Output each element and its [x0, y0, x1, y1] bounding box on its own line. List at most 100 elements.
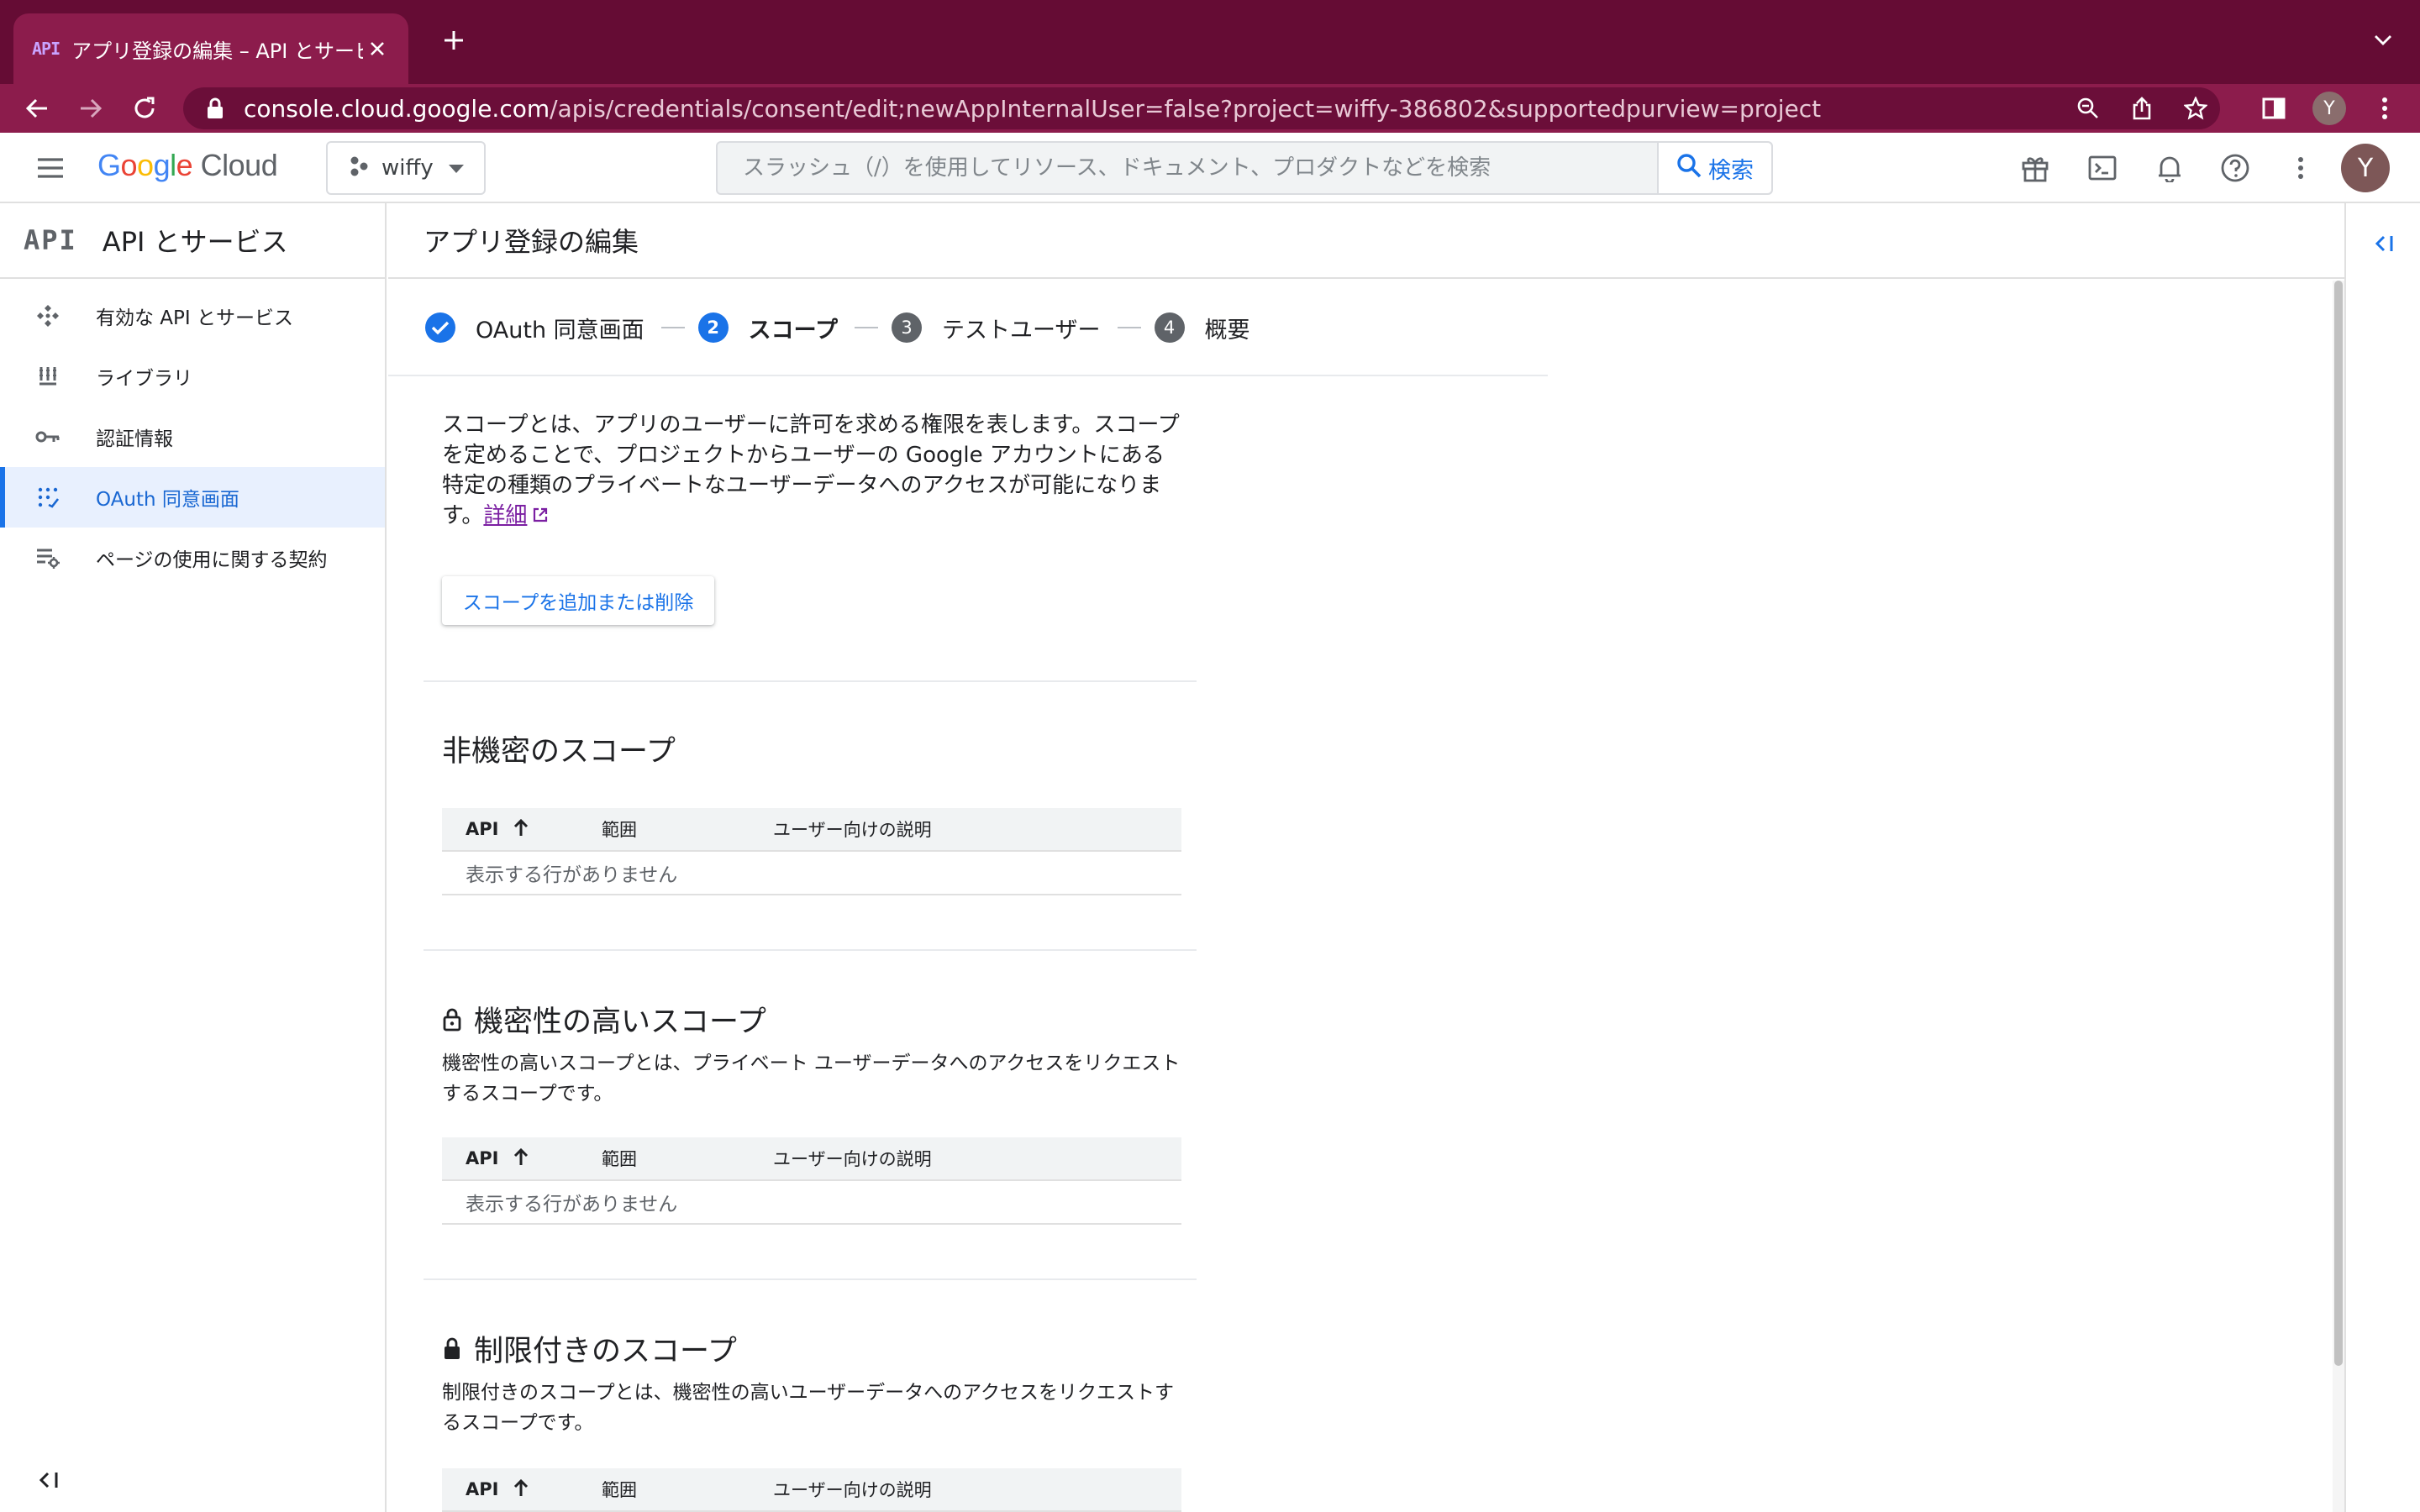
- browser-toolbar: console.cloud.google.com/apis/credential…: [0, 84, 2420, 133]
- column-range: 範囲: [602, 1149, 637, 1169]
- api-favicon-icon: API: [32, 39, 60, 59]
- column-api[interactable]: API: [442, 818, 602, 841]
- step-separator: [1117, 327, 1141, 328]
- browser-profile-avatar[interactable]: Y: [2312, 92, 2346, 125]
- browser-tab[interactable]: API アプリ登録の編集 – API とサービス: [13, 13, 408, 84]
- step-label: OAuth 同意画面: [476, 317, 644, 344]
- column-range: 範囲: [602, 820, 637, 840]
- learn-more-link[interactable]: 詳細: [483, 503, 527, 528]
- project-icon: [348, 155, 370, 181]
- search-button[interactable]: 検索: [1657, 143, 1771, 193]
- nav-item-page-usage-agreements[interactable]: ページの使用に関する契約: [0, 528, 385, 588]
- api-logo-icon: API: [24, 224, 77, 256]
- reload-icon[interactable]: [124, 88, 165, 129]
- step-separator: [855, 327, 879, 328]
- check-circle-icon: [425, 312, 455, 343]
- google-cloud-logo[interactable]: Google Cloud: [97, 148, 278, 183]
- key-icon: [34, 423, 62, 451]
- new-tab-icon[interactable]: [435, 22, 472, 59]
- column-range: 範囲: [602, 1480, 637, 1500]
- notifications-bell-icon[interactable]: [2149, 148, 2190, 188]
- account-avatar[interactable]: Y: [2341, 144, 2390, 192]
- column-user-description: ユーザー向けの説明: [773, 820, 932, 840]
- step-summary[interactable]: 4 概要: [1154, 312, 1250, 344]
- page-title: アプリ登録の編集: [388, 203, 2344, 279]
- step-oauth-consent[interactable]: OAuth 同意画面: [425, 312, 644, 344]
- nav-item-enabled-apis[interactable]: 有効な API とサービス: [0, 286, 385, 346]
- table-header: API 範囲 ユーザー向けの説明: [442, 808, 1181, 852]
- gift-icon[interactable]: [2015, 148, 2055, 188]
- close-tab-icon[interactable]: [363, 34, 392, 63]
- tab-search-chevron-icon[interactable]: [2365, 22, 2402, 59]
- nav-item-label: ライブラリ: [96, 368, 192, 390]
- scopes-intro: スコープとは、アプリのユーザーに許可を求める権限を表します。スコープを定めること…: [442, 410, 1181, 532]
- step-number: 3: [892, 312, 923, 343]
- sensitive-scopes-description: 機密性の高いスコープとは、プライベート ユーザーデータへのアクセスをリクエストす…: [442, 1053, 1181, 1105]
- nonsensitive-scopes-title: 非機密のスコープ: [442, 735, 676, 769]
- nav-item-library[interactable]: ライブラリ: [0, 346, 385, 407]
- back-arrow-icon[interactable]: [17, 88, 57, 129]
- sensitive-scopes-title: 機密性の高いスコープ: [442, 998, 766, 1041]
- nav-item-label: ページの使用に関する契約: [96, 549, 328, 571]
- step-number: 2: [697, 312, 729, 343]
- search-input[interactable]: [718, 155, 1657, 181]
- table-header: API 範囲 ユーザー向けの説明: [442, 1137, 1181, 1181]
- forward-arrow-icon[interactable]: [71, 88, 111, 129]
- empty-table-message: 表示する行がありません: [442, 852, 1181, 895]
- share-icon[interactable]: [2123, 89, 2161, 128]
- expand-panel-icon[interactable]: [2366, 227, 2403, 260]
- step-scopes[interactable]: 2 スコープ: [697, 312, 839, 344]
- consent-icon: [34, 483, 62, 512]
- stepper: OAuth 同意画面 2 スコープ 3 テストユーザー 4 概要: [388, 281, 1548, 376]
- lock-icon: [442, 1336, 462, 1362]
- step-label: スコープ: [748, 317, 839, 344]
- browser-menu-icon[interactable]: [2365, 88, 2405, 129]
- hamburger-menu-icon[interactable]: [32, 150, 69, 186]
- cloud-shell-icon[interactable]: [2082, 148, 2123, 188]
- address-bar[interactable]: console.cloud.google.com/apis/credential…: [183, 87, 2220, 129]
- logo-google-text: Google: [97, 148, 193, 182]
- sort-arrow-up-icon: [513, 818, 529, 841]
- column-api[interactable]: API: [442, 1147, 602, 1170]
- library-icon: [34, 362, 62, 391]
- side-panel-icon[interactable]: [2254, 88, 2294, 129]
- settings-list-icon: [34, 543, 62, 572]
- collapse-nav-icon[interactable]: [32, 1463, 66, 1497]
- zoom-icon[interactable]: [2069, 89, 2107, 128]
- section-divider: [424, 1278, 1197, 1280]
- nav-item-oauth-consent[interactable]: OAuth 同意画面: [0, 467, 385, 528]
- lock-icon[interactable]: [203, 96, 227, 121]
- step-number: 4: [1154, 312, 1185, 343]
- column-user-description: ユーザー向けの説明: [773, 1149, 932, 1169]
- step-separator: [660, 327, 685, 328]
- project-name: wiffy: [381, 155, 434, 181]
- logo-cloud-text: Cloud: [200, 148, 278, 182]
- bookmark-star-icon[interactable]: [2176, 89, 2215, 128]
- nav-header: API API とサービス: [0, 203, 385, 279]
- step-test-users[interactable]: 3 テストユーザー: [892, 312, 1101, 344]
- more-options-icon[interactable]: [2281, 148, 2321, 188]
- column-user-description: ユーザー向けの説明: [773, 1480, 932, 1500]
- nonsensitive-scopes-table: API 範囲 ユーザー向けの説明 表示する行がありません: [442, 808, 1181, 895]
- right-rail: [2344, 203, 2420, 1512]
- nav-item-credentials[interactable]: 認証情報: [0, 407, 385, 467]
- column-api[interactable]: API: [442, 1478, 602, 1501]
- sort-arrow-up-icon: [513, 1478, 529, 1501]
- tab-title: アプリ登録の編集 – API とサービス: [71, 39, 363, 63]
- project-picker[interactable]: wiffy: [326, 141, 486, 195]
- scrollbar-thumb[interactable]: [2334, 281, 2343, 1366]
- sort-arrow-up-icon: [513, 1147, 529, 1170]
- left-navigation: API API とサービス 有効な API とサービス ライブラリ 認証情報 O…: [0, 203, 387, 1512]
- url-text[interactable]: console.cloud.google.com/apis/credential…: [244, 95, 1821, 123]
- add-remove-scopes-button[interactable]: スコープを追加または削除: [442, 576, 714, 625]
- search-box: 検索: [716, 141, 1773, 195]
- sensitive-scopes-table: API 範囲 ユーザー向けの説明 表示する行がありません: [442, 1137, 1181, 1225]
- nav-title: API とサービス: [102, 226, 288, 258]
- step-label: テストユーザー: [942, 317, 1101, 344]
- section-divider: [424, 680, 1197, 682]
- lock-open-icon: [442, 1007, 462, 1032]
- search-button-label: 検索: [1708, 157, 1754, 184]
- nav-item-label: 有効な API とサービス: [96, 307, 294, 329]
- help-icon[interactable]: [2215, 148, 2255, 188]
- table-header: API 範囲 ユーザー向けの説明: [442, 1468, 1181, 1512]
